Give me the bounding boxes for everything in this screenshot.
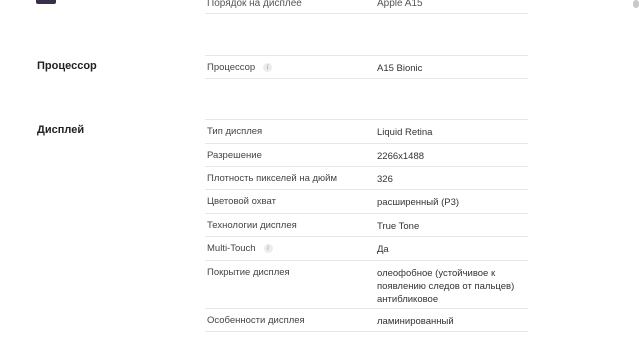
spec-row-display-type: Тип дисплея Liquid Retina [205, 119, 528, 143]
spec-name: Процессор [207, 62, 256, 73]
spec-row-coating: Покрытие дисплея олеофобное (устойчивое … [205, 260, 528, 308]
spec-value: олеофобное (устойчивое к появлению следо… [377, 268, 515, 305]
spec-value: Apple A15 [377, 0, 423, 9]
spec-row-cut-off: Порядок на дисплее Apple A15 [205, 0, 528, 14]
section-title-processor: Процессор [37, 60, 97, 72]
spec-row-color-gamut: Цветовой охват расширенный (P3) [205, 189, 528, 213]
spec-name: Цветовой охват [207, 196, 276, 207]
spec-value: True Tone [377, 221, 420, 232]
spec-name: Особенности дисплея [207, 315, 305, 326]
spec-name: Технологии дисплея [207, 220, 297, 231]
spec-name: Тип дисплея [207, 126, 263, 137]
spec-value: ламинированный [377, 316, 454, 327]
spec-name: Разрешение [207, 150, 262, 161]
spec-name: Плотность пикселей на дюйм [207, 173, 338, 184]
thumbnail-image[interactable] [36, 0, 56, 4]
spec-value: расширенный (P3) [377, 197, 460, 208]
spec-row-display-features: Особенности дисплея ламинированный [205, 308, 528, 332]
spec-row-resolution: Разрешение 2266x1488 [205, 143, 528, 166]
section-title-display: Дисплей [37, 124, 85, 136]
spec-name: Покрытие дисплея [207, 267, 290, 278]
spec-name: Порядок на дисплее [207, 0, 302, 9]
spec-value: 2266x1488 [377, 151, 425, 162]
spec-value: 326 [377, 174, 393, 185]
spec-row-display-tech: Технологии дисплея True Tone [205, 213, 528, 236]
spec-row-processor: Процессор i A15 Bionic [205, 55, 528, 79]
info-icon[interactable]: i [263, 63, 273, 72]
spec-name-wrap: Multi-Touch i [207, 243, 273, 254]
spec-value: A15 Bionic [377, 63, 423, 74]
spec-row-multitouch: Multi-Touch i Да [205, 236, 528, 260]
spec-name-wrap: Процессор i [207, 62, 273, 73]
spec-row-ppi: Плотность пикселей на дюйм 326 [205, 166, 528, 189]
scrollbar-thumb[interactable] [633, 0, 639, 8]
spec-name: Multi-Touch [207, 243, 256, 254]
spec-value: Да [377, 244, 389, 255]
info-icon[interactable]: i [263, 244, 273, 253]
spec-value: Liquid Retina [377, 127, 433, 138]
